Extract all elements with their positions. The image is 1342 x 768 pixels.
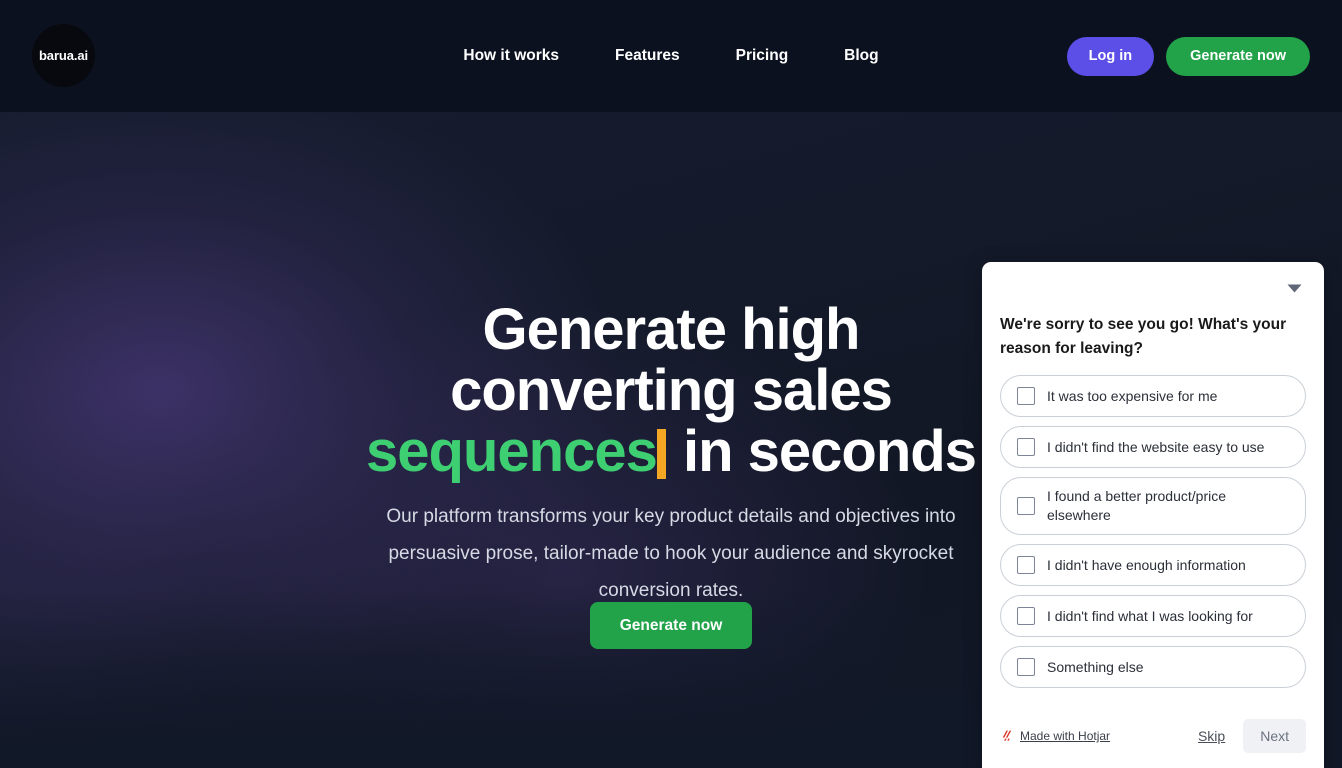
header-generate-now-button[interactable]: Generate now bbox=[1166, 36, 1310, 76]
survey-option-better-product-elsewhere[interactable]: I found a better product/price elsewhere bbox=[1000, 477, 1306, 535]
nav-link-pricing[interactable]: Pricing bbox=[736, 47, 789, 65]
survey-options-list: It was too expensive for me I didn't fin… bbox=[1000, 375, 1306, 688]
survey-option-not-enough-information[interactable]: I didn't have enough information bbox=[1000, 544, 1306, 586]
hotjar-flame-icon bbox=[1002, 730, 1012, 741]
headline-highlight: sequences bbox=[366, 419, 658, 484]
checkbox-icon[interactable] bbox=[1017, 438, 1035, 456]
survey-option-label: I didn't find what I was looking for bbox=[1047, 607, 1253, 624]
header-actions: Log in Generate now bbox=[1066, 0, 1310, 112]
checkbox-icon[interactable] bbox=[1017, 387, 1035, 405]
nav-link-blog[interactable]: Blog bbox=[844, 47, 878, 65]
nav-link-how-it-works[interactable]: How it works bbox=[463, 47, 559, 65]
checkbox-icon[interactable] bbox=[1017, 658, 1035, 676]
hero-generate-now-button[interactable]: Generate now bbox=[589, 602, 753, 649]
site-header: barua.ai How it works Features Pricing B… bbox=[0, 0, 1342, 112]
survey-option-label: I didn't find the website easy to use bbox=[1047, 438, 1265, 455]
survey-footer: Made with Hotjar Skip Next bbox=[1000, 716, 1306, 768]
headline-line-2: converting sales bbox=[450, 358, 893, 423]
survey-option-label: Something else bbox=[1047, 658, 1144, 675]
checkbox-icon[interactable] bbox=[1017, 556, 1035, 574]
nav-link-features[interactable]: Features bbox=[615, 47, 680, 65]
survey-option-too-expensive[interactable]: It was too expensive for me bbox=[1000, 375, 1306, 417]
survey-next-button[interactable]: Next bbox=[1243, 719, 1306, 753]
survey-option-label: It was too expensive for me bbox=[1047, 387, 1218, 404]
survey-option-label: I found a better product/price elsewhere bbox=[1047, 488, 1226, 523]
survey-skip-button[interactable]: Skip bbox=[1196, 724, 1227, 748]
hotjar-brand-label: Made with Hotjar bbox=[1020, 729, 1111, 743]
login-button[interactable]: Log in bbox=[1066, 36, 1155, 76]
survey-option-didnt-find-what-looking-for[interactable]: I didn't find what I was looking for bbox=[1000, 595, 1306, 637]
survey-footer-actions: Skip Next bbox=[1196, 719, 1306, 753]
headline-tail: in seconds bbox=[667, 419, 977, 484]
hotjar-survey-panel: We're sorry to see you go! What's your r… bbox=[982, 262, 1324, 768]
page-root: barua.ai How it works Features Pricing B… bbox=[0, 0, 1342, 768]
typing-cursor-icon bbox=[656, 429, 666, 479]
survey-collapse-button[interactable] bbox=[1284, 279, 1304, 297]
chevron-down-icon bbox=[1287, 284, 1301, 292]
survey-option-not-easy-to-use[interactable]: I didn't find the website easy to use bbox=[1000, 426, 1306, 468]
survey-option-label: I didn't have enough information bbox=[1047, 556, 1246, 573]
checkbox-icon[interactable] bbox=[1017, 607, 1035, 625]
headline-line-1: Generate high bbox=[482, 297, 861, 362]
hotjar-brand-link[interactable]: Made with Hotjar bbox=[1000, 729, 1110, 743]
survey-question: We're sorry to see you go! What's your r… bbox=[1000, 316, 1287, 357]
survey-option-something-else[interactable]: Something else bbox=[1000, 646, 1306, 688]
checkbox-icon[interactable] bbox=[1017, 497, 1035, 515]
